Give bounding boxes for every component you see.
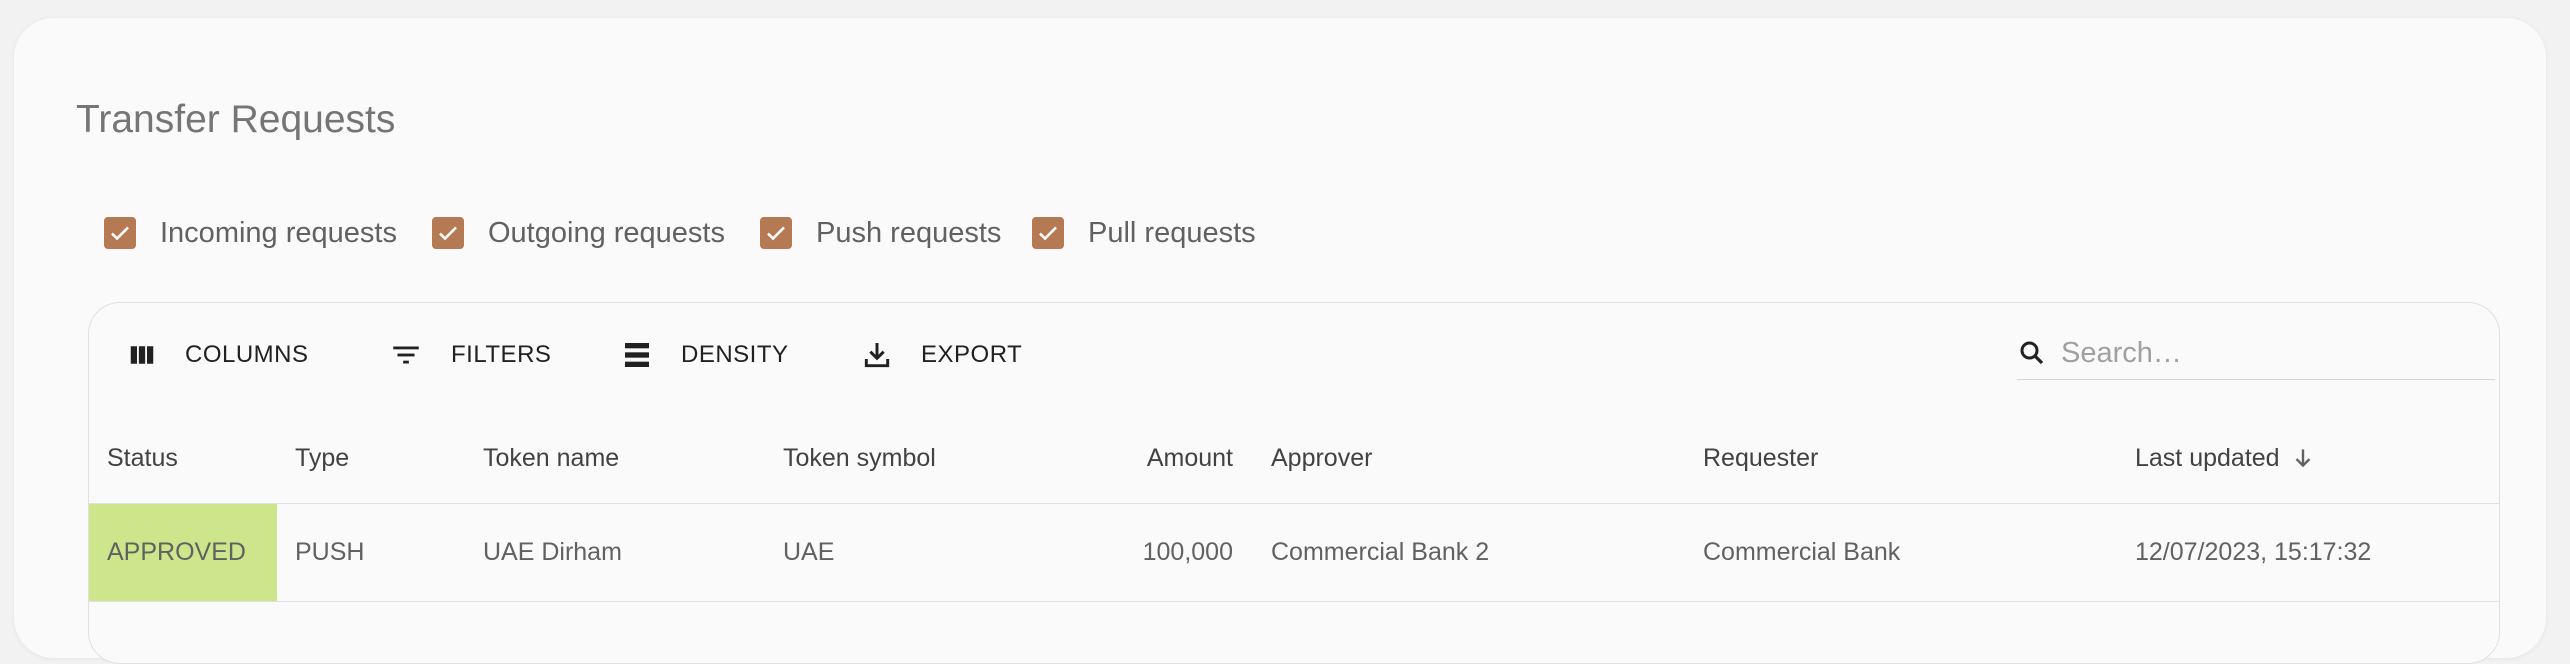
column-header-token-symbol[interactable]: Token symbol — [783, 413, 936, 503]
token-name-cell: UAE Dirham — [483, 538, 622, 566]
last-updated-label: Last updated — [2135, 443, 2280, 472]
type-cell: PUSH — [295, 538, 365, 566]
table-row[interactable]: APPROVED PUSH UAE Dirham UAE 100,000 Com… — [89, 504, 2499, 602]
push-requests-checkbox[interactable]: Push requests — [760, 208, 1001, 258]
check-icon — [432, 217, 464, 249]
column-header-status[interactable]: Status — [107, 413, 178, 503]
export-label: EXPORT — [921, 341, 1023, 368]
transfer-requests-grid: COLUMNS FILTERS DENSITY EXPORT Search… S… — [88, 302, 2500, 664]
density-button[interactable]: DENSITY — [621, 333, 789, 377]
last-updated-cell: 12/07/2023, 15:17:32 — [2135, 538, 2372, 566]
push-requests-label: Push requests — [816, 216, 1002, 249]
density-label: DENSITY — [681, 341, 789, 368]
columns-icon — [130, 346, 154, 364]
columns-label: COLUMNS — [185, 341, 309, 368]
column-header-type[interactable]: Type — [295, 413, 349, 503]
check-icon — [1032, 217, 1064, 249]
check-icon — [760, 217, 792, 249]
search-icon — [2020, 341, 2044, 365]
incoming-requests-label: Incoming requests — [160, 216, 397, 249]
token-symbol-cell: UAE — [783, 538, 835, 566]
filters-button[interactable]: FILTERS — [389, 333, 551, 377]
approver-cell: Commercial Bank 2 — [1271, 538, 1490, 566]
column-header-amount[interactable]: Amount — [1089, 413, 1233, 503]
filter-icon — [393, 346, 419, 364]
outgoing-requests-label: Outgoing requests — [488, 216, 725, 249]
column-header-last-updated[interactable]: Last updated — [2135, 413, 2316, 503]
column-header-requester[interactable]: Requester — [1703, 413, 1818, 503]
filters-label: FILTERS — [451, 341, 552, 368]
check-icon — [104, 217, 136, 249]
outgoing-requests-checkbox[interactable]: Outgoing requests — [432, 208, 725, 258]
export-icon — [864, 343, 890, 368]
request-type-filters: Incoming requests Outgoing requests Push… — [14, 208, 2546, 258]
status-badge: APPROVED — [89, 504, 277, 601]
arrow-down-icon — [2295, 449, 2310, 468]
column-header-token-name[interactable]: Token name — [483, 413, 619, 503]
requester-cell: Commercial Bank — [1703, 538, 1901, 566]
transfer-requests-card: Transfer Requests Incoming requests Outg… — [14, 18, 2546, 664]
incoming-requests-checkbox[interactable]: Incoming requests — [104, 208, 397, 258]
pull-requests-checkbox[interactable]: Pull requests — [1032, 208, 1256, 258]
export-button[interactable]: EXPORT — [861, 333, 1022, 377]
column-header-approver[interactable]: Approver — [1271, 413, 1372, 503]
page-title: Transfer Requests — [76, 98, 396, 141]
density-icon — [625, 343, 649, 367]
search-input[interactable] — [2059, 335, 2483, 371]
columns-button[interactable]: COLUMNS — [127, 333, 309, 377]
pull-requests-label: Pull requests — [1088, 216, 1256, 249]
table-header-row: Status Type Token name Token symbol Amou… — [89, 413, 2499, 504]
search-field[interactable] — [2017, 327, 2495, 380]
amount-cell: 100,000 — [1142, 538, 1233, 566]
